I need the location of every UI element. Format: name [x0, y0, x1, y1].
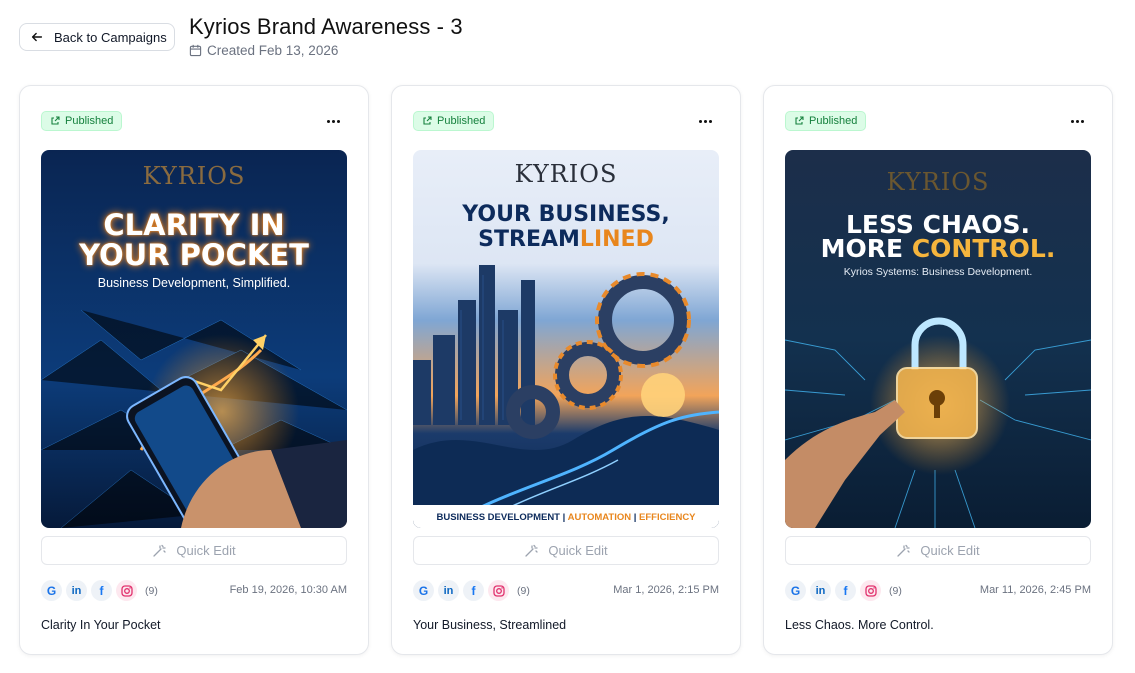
more-options-button[interactable]	[324, 112, 342, 130]
facebook-icon[interactable]: f	[463, 580, 484, 601]
headline-part-1: MORE	[820, 234, 912, 263]
footer-part-3: EFFICIENCY	[639, 512, 696, 523]
post-card-2[interactable]: Published KYRIOS YOUR BUSINESS, STREAMLI…	[391, 85, 741, 655]
poster-footer: BUSINESS DEVELOPMENT | AUTOMATION | EFFI…	[413, 512, 719, 523]
magic-wand-icon	[525, 544, 539, 557]
google-icon[interactable]: G	[413, 580, 434, 601]
post-caption: Your Business, Streamlined	[413, 618, 567, 632]
post-card-1[interactable]: Published KYRIOS CLARITY IN YOUR POCKET …	[19, 85, 369, 655]
instagram-icon[interactable]	[116, 580, 137, 601]
platform-count: (9)	[889, 584, 902, 597]
quick-edit-button[interactable]: Quick Edit	[413, 536, 719, 565]
dot	[703, 119, 707, 123]
quick-edit-button[interactable]: Quick Edit	[785, 536, 1091, 565]
poster-headline-1: YOUR BUSINESS,	[462, 202, 670, 227]
scheduled-date: Mar 11, 2026, 2:45 PM	[979, 584, 1091, 596]
poster-subtitle: Business Development, Simplified.	[97, 276, 291, 290]
platform-count: (9)	[517, 584, 530, 597]
status-label: Published	[809, 115, 858, 127]
instagram-icon[interactable]	[860, 580, 881, 601]
quick-edit-label: Quick Edit	[176, 543, 236, 558]
magic-wand-icon	[897, 544, 911, 557]
social-platforms: G in f (9)	[785, 580, 902, 601]
quick-edit-button[interactable]: Quick Edit	[41, 536, 347, 565]
more-options-button[interactable]	[1068, 112, 1086, 130]
social-platforms: G in f (9)	[413, 580, 530, 601]
page-title: Kyrios Brand Awareness - 3	[189, 14, 463, 39]
post-caption: Less Chaos. More Control.	[785, 618, 934, 632]
more-options-button[interactable]	[696, 112, 714, 130]
calendar-icon	[189, 44, 202, 57]
headline-part-2: CONTROL.	[911, 234, 1056, 263]
post-image[interactable]: KYRIOS YOUR BUSINESS, STREAMLINED BUSINE…	[413, 150, 719, 528]
footer-part-1: BUSINESS DEVELOPMENT	[436, 512, 560, 523]
social-platforms: G in f (9)	[41, 580, 158, 601]
poster-headline-2: YOUR POCKET	[79, 238, 309, 272]
status-badge: Published	[41, 111, 123, 131]
facebook-icon[interactable]: f	[835, 580, 856, 601]
linkedin-icon[interactable]: in	[438, 580, 459, 601]
poster-artwork	[41, 150, 347, 528]
google-icon[interactable]: G	[41, 580, 62, 601]
dot	[1075, 119, 1079, 123]
footer-separator: |	[560, 512, 568, 523]
instagram-icon[interactable]	[488, 580, 509, 601]
created-date-text: Created Feb 13, 2026	[207, 43, 339, 58]
post-image[interactable]: KYRIOS LESS CHAOS. MORE CONTROL. Kyrios …	[785, 150, 1091, 528]
status-badge: Published	[413, 111, 495, 131]
status-label: Published	[437, 115, 486, 127]
poster-artwork	[785, 150, 1091, 528]
dot	[336, 119, 340, 123]
dot	[1080, 119, 1084, 123]
status-label: Published	[65, 115, 114, 127]
magic-wand-icon	[153, 544, 167, 557]
poster-subtitle: Kyrios Systems: Business Development.	[843, 266, 1033, 278]
poster-brand: KYRIOS	[886, 168, 990, 196]
dot	[326, 119, 330, 123]
back-to-campaigns-button[interactable]: Back to Campaigns	[19, 23, 175, 51]
external-link-icon	[795, 116, 804, 125]
external-link-icon	[423, 116, 432, 125]
poster-brand: KYRIOS	[142, 162, 246, 190]
scheduled-date: Mar 1, 2026, 2:15 PM	[613, 584, 719, 596]
dot	[698, 119, 702, 123]
post-caption: Clarity In Your Pocket	[41, 618, 161, 632]
post-card-3[interactable]: Published KYRIOS LESS CHAOS. MORE CONTRO…	[763, 85, 1113, 655]
dot	[331, 119, 335, 123]
poster-headline-1: CLARITY IN	[103, 208, 285, 242]
external-link-icon	[51, 116, 60, 125]
arrow-left-icon	[31, 32, 43, 42]
dot	[1070, 119, 1074, 123]
facebook-icon[interactable]: f	[91, 580, 112, 601]
status-badge: Published	[785, 111, 867, 131]
poster-headline-2: STREAMLINED	[413, 228, 719, 251]
linkedin-icon[interactable]: in	[810, 580, 831, 601]
headline-part-1: STREAM	[478, 227, 580, 252]
platform-count: (9)	[145, 584, 158, 597]
google-icon[interactable]: G	[785, 580, 806, 601]
created-date: Created Feb 13, 2026	[189, 43, 338, 58]
poster-brand: KYRIOS	[514, 160, 618, 188]
post-image[interactable]: KYRIOS CLARITY IN YOUR POCKET Business D…	[41, 150, 347, 528]
footer-separator: |	[631, 512, 640, 523]
poster-headline-2: MORE CONTROL.	[785, 234, 1091, 263]
footer-part-2: AUTOMATION	[567, 512, 632, 523]
back-button-label: Back to Campaigns	[54, 29, 167, 45]
headline-part-2: LINED	[579, 227, 654, 252]
linkedin-icon[interactable]: in	[66, 580, 87, 601]
dot	[708, 119, 712, 123]
quick-edit-label: Quick Edit	[548, 543, 608, 558]
scheduled-date: Feb 19, 2026, 10:30 AM	[229, 584, 347, 596]
quick-edit-label: Quick Edit	[920, 543, 980, 558]
